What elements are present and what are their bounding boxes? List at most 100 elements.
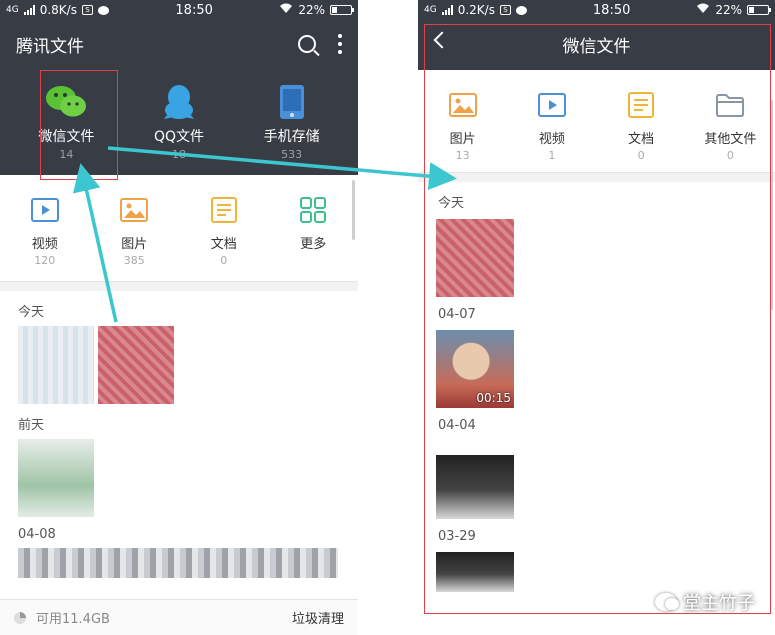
scrollbar[interactable]	[352, 180, 355, 240]
net-speed: 0.2K/s	[457, 3, 495, 17]
clock: 18:50	[175, 2, 213, 18]
battery-icon	[747, 5, 771, 15]
source-label: QQ文件	[153, 129, 204, 145]
phone-storage-icon	[279, 85, 304, 119]
message-icon	[97, 5, 109, 15]
thumb-row	[0, 326, 358, 404]
category-label: 文档	[628, 132, 655, 147]
wifi-icon	[696, 3, 710, 17]
section-divider	[0, 281, 358, 291]
tencent-files-screen: 4G 0.8K/s S 18:50 22% 腾讯文件 微信文件 14 QQ文件 …	[0, 0, 358, 635]
net-speed: 0.8K/s	[39, 3, 77, 17]
battery-icon	[330, 5, 354, 15]
image-icon	[120, 198, 149, 222]
category-count: 0	[637, 149, 645, 162]
source-phone-storage[interactable]: 手机存储 533	[242, 82, 342, 161]
category-label: 视频	[31, 237, 58, 252]
category-image[interactable]: 图片 13	[423, 88, 503, 162]
source-label: 手机存储	[263, 129, 320, 145]
scrollbar[interactable]	[770, 100, 773, 310]
category-label: 图片	[121, 237, 148, 252]
section-header: 今天	[438, 196, 465, 211]
category-document[interactable]: 文档 0	[182, 193, 266, 267]
video-duration: 00:15	[476, 391, 511, 405]
image-icon	[448, 93, 477, 117]
category-label: 其他文件	[704, 132, 757, 147]
file-thumbnail[interactable]	[18, 326, 94, 404]
left-top-panel: 4G 0.8K/s S 18:50 22% 腾讯文件 微信文件 14 QQ文件 …	[0, 0, 358, 175]
app-header: 微信文件	[418, 20, 775, 68]
gap	[358, 0, 418, 635]
category-document[interactable]: 文档 0	[601, 88, 681, 162]
clock: 18:50	[592, 2, 631, 18]
battery-percent: 22%	[298, 3, 325, 17]
category-count: 120	[34, 254, 56, 267]
storage-pie-icon	[14, 611, 26, 624]
video-icon	[30, 198, 59, 222]
grid-more-icon	[300, 197, 327, 223]
category-other-files[interactable]: 其他文件 0	[690, 88, 770, 162]
category-image[interactable]: 图片 385	[92, 193, 176, 267]
screenshot-stage: 4G 0.8K/s S 18:50 22% 腾讯文件 微信文件 14 QQ文件 …	[0, 0, 775, 635]
category-more[interactable]: 更多	[271, 193, 355, 267]
file-thumbnail[interactable]	[436, 219, 514, 297]
wechat-files-screen: 4G 0.2K/s S 18:50 22% 微信文件 图片 13 视频 1 文档…	[418, 0, 775, 635]
category-video[interactable]: 视频 1	[512, 88, 592, 162]
document-icon	[628, 92, 655, 118]
footer-bar: 可用11.4GB 垃圾清理	[0, 599, 358, 635]
qq-icon	[163, 85, 194, 119]
category-label: 文档	[210, 237, 237, 252]
section-header: 04-07	[438, 307, 476, 322]
file-thumbnail[interactable]	[18, 439, 94, 517]
video-thumbnail[interactable]: 00:15	[436, 330, 514, 408]
thumb-row	[0, 548, 358, 578]
source-count: 18	[171, 148, 186, 161]
more-menu-icon[interactable]	[338, 34, 342, 54]
wechat-icon	[46, 86, 87, 117]
back-arrow-icon[interactable]	[433, 31, 451, 49]
source-label: 微信文件	[38, 129, 95, 145]
video-icon	[537, 93, 566, 117]
source-count: 14	[59, 148, 74, 161]
file-thumbnail[interactable]	[436, 455, 514, 519]
signal-icon	[23, 5, 35, 15]
source-qq[interactable]: QQ文件 18	[129, 82, 229, 161]
page-title: 腾讯文件	[16, 36, 84, 57]
category-count: 13	[455, 149, 470, 162]
signal-icon	[441, 5, 453, 15]
category-count: 385	[123, 254, 145, 267]
category-count: 1	[548, 149, 556, 162]
storage-available: 可用11.4GB	[36, 612, 110, 627]
battery-percent: 22%	[715, 3, 742, 17]
watermark-text: 堂主竹子	[683, 593, 755, 614]
page-title: 微信文件	[562, 36, 631, 57]
category-count: 0	[726, 149, 734, 162]
section-header: 03-29	[438, 529, 476, 544]
section-header: 前天	[18, 418, 45, 433]
file-thumbnail[interactable]	[18, 548, 338, 578]
thumb-row	[0, 439, 358, 517]
message-icon	[515, 5, 527, 15]
source-wechat[interactable]: 微信文件 14	[16, 82, 116, 161]
wechat-logo-icon	[655, 593, 679, 611]
file-thumbnail[interactable]	[98, 326, 174, 404]
category-label: 更多	[300, 237, 327, 252]
wifi-icon	[279, 3, 293, 17]
network-label: 4G	[424, 5, 437, 15]
source-count: 533	[281, 148, 303, 161]
file-thumbnail[interactable]	[436, 552, 514, 592]
search-icon[interactable]	[298, 35, 316, 53]
status-bar: 4G 0.2K/s S 18:50 22%	[418, 0, 775, 20]
section-header: 04-08	[18, 527, 56, 542]
right-top-panel: 4G 0.2K/s S 18:50 22% 微信文件	[418, 0, 775, 70]
section-divider	[418, 172, 775, 182]
category-label: 视频	[538, 132, 565, 147]
status-bar: 4G 0.8K/s S 18:50 22%	[0, 0, 358, 20]
junk-clean-button[interactable]: 垃圾清理	[292, 608, 344, 627]
category-video[interactable]: 视频 120	[3, 193, 87, 267]
watermark: 堂主竹子	[655, 589, 755, 615]
sim-icon: S	[81, 5, 93, 15]
category-count: 0	[220, 254, 228, 267]
section-header: 今天	[18, 305, 45, 320]
category-row: 图片 13 视频 1 文档 0 其他文件 0	[418, 70, 775, 172]
